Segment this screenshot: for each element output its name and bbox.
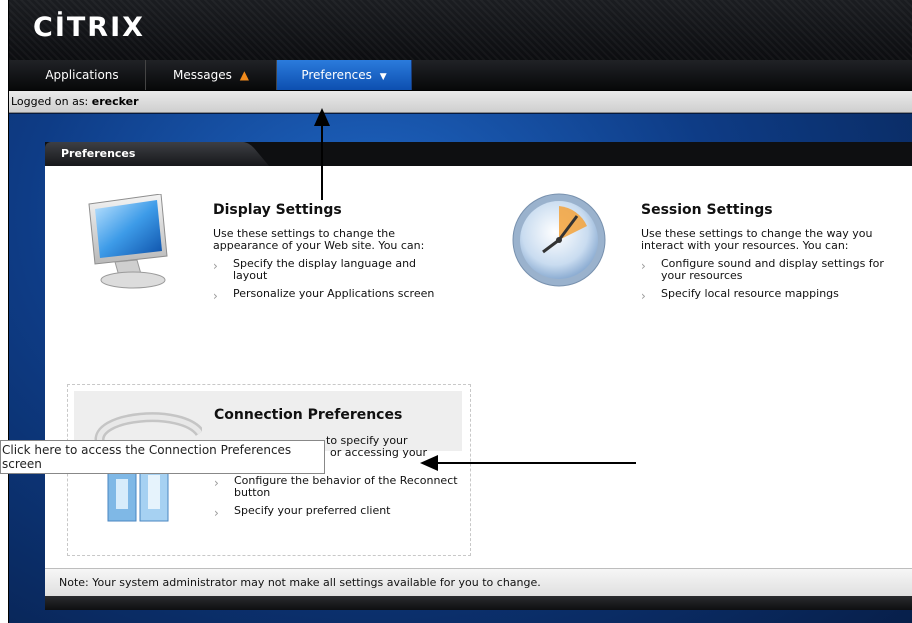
arrow-up-head	[314, 108, 330, 126]
annotation-arrows	[314, 108, 636, 471]
arrow-left-head	[420, 455, 438, 471]
